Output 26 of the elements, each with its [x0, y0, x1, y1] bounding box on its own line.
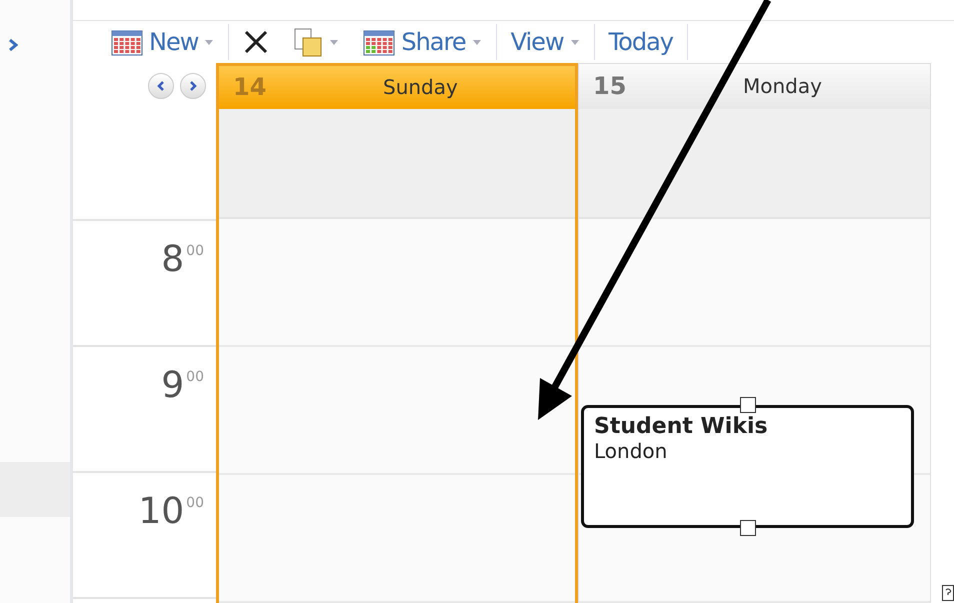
calendar-icon [111, 28, 143, 56]
caret-icon[interactable] [570, 38, 580, 46]
chevron-right-icon[interactable] [8, 38, 18, 52]
caret-icon[interactable] [204, 38, 214, 46]
calendar-icon [363, 28, 396, 56]
close-icon [243, 28, 270, 55]
share-button[interactable]: Share [353, 22, 492, 62]
event-location: London [594, 439, 668, 463]
caret-icon[interactable] [472, 38, 482, 46]
chevron-left-icon [156, 80, 166, 92]
day-header[interactable]: 15 Monday [578, 62, 931, 109]
caret-icon[interactable] [329, 38, 340, 46]
resize-handle[interactable] [740, 397, 756, 413]
new-button[interactable]: New [101, 22, 224, 62]
today-button[interactable]: Today [598, 22, 683, 62]
previous-button[interactable] [148, 72, 174, 99]
day-header[interactable]: 14 Sunday [216, 62, 578, 109]
chevron-right-icon [188, 80, 198, 92]
next-button[interactable] [180, 72, 206, 99]
all-day-area[interactable] [579, 109, 930, 219]
clipboard-icon [293, 26, 324, 58]
view-button[interactable]: View [500, 22, 590, 62]
resize-handle[interactable] [740, 520, 756, 536]
calendar-event[interactable]: Student Wikis London [581, 405, 914, 528]
event-title: Student Wikis [594, 414, 769, 439]
day-column[interactable]: Student Wikis London [578, 109, 931, 603]
